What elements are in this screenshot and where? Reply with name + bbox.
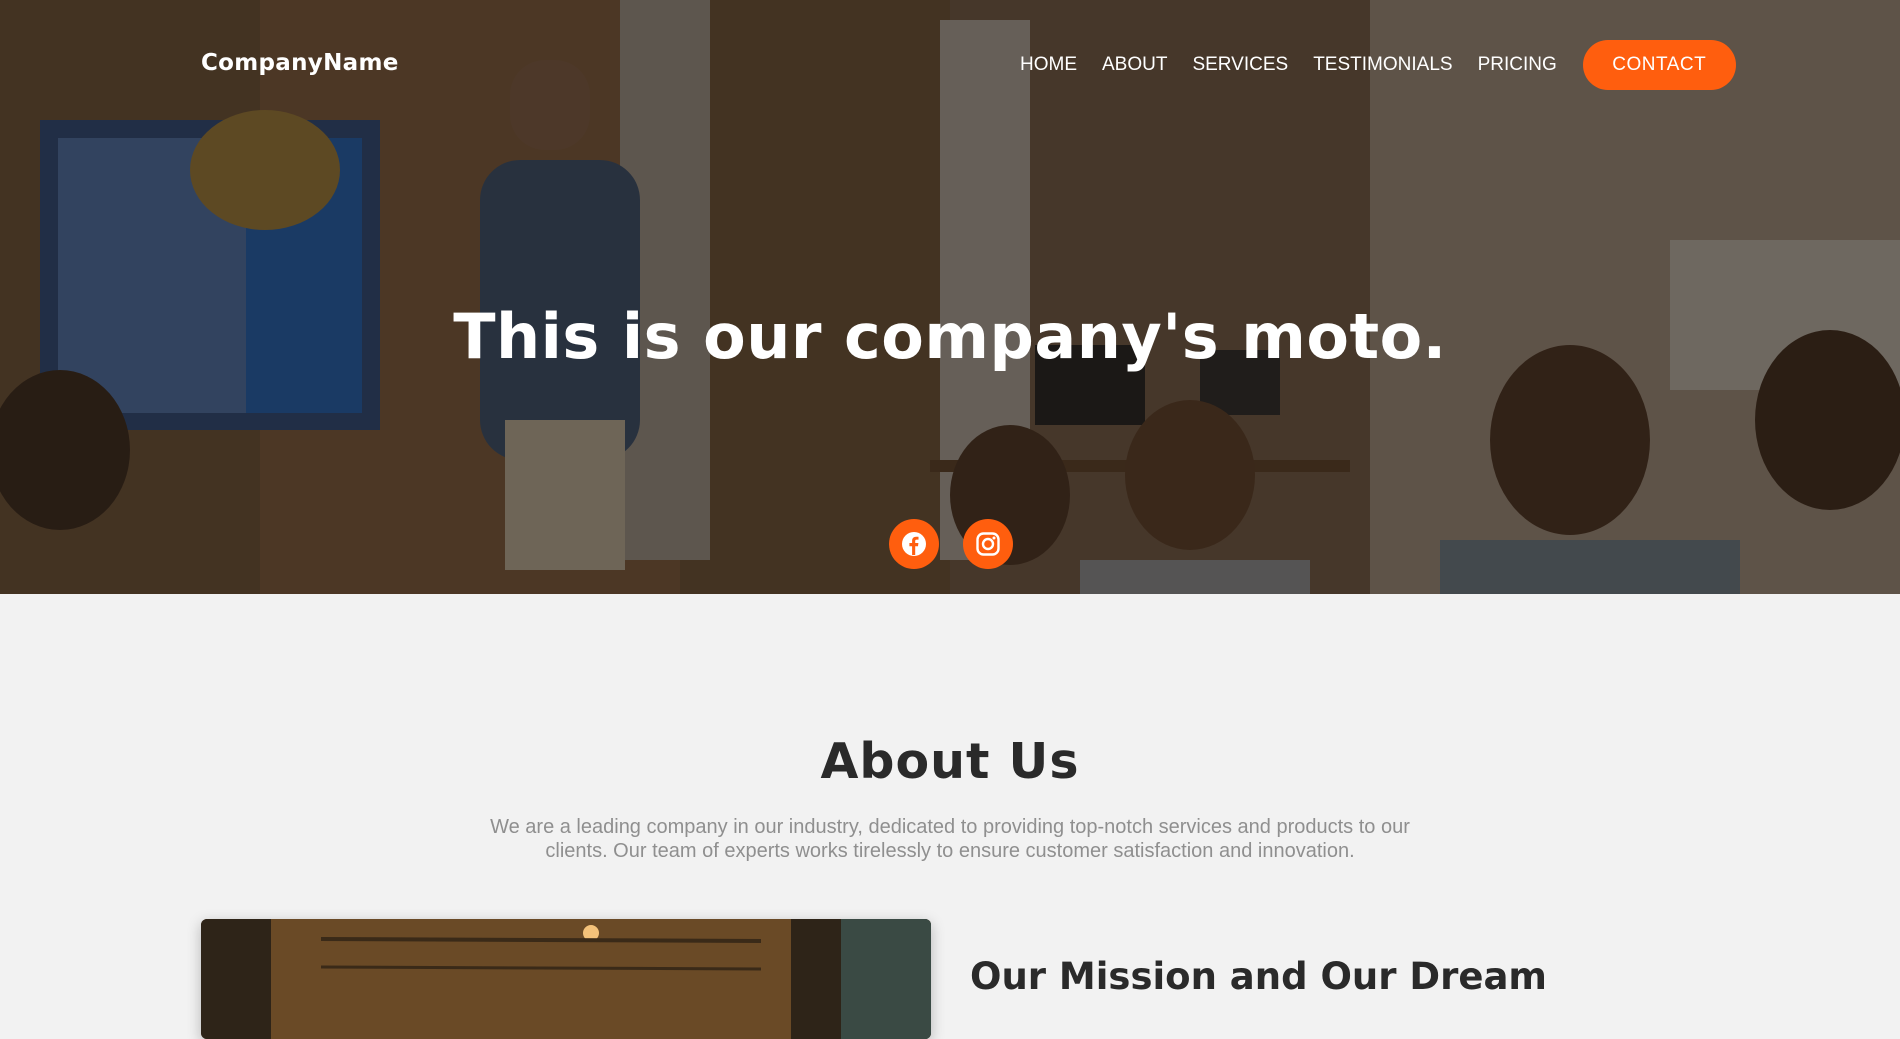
nav-services[interactable]: SERVICES xyxy=(1192,54,1288,76)
nav-about[interactable]: ABOUT xyxy=(1102,54,1167,76)
facebook-button[interactable] xyxy=(889,519,939,569)
instagram-icon xyxy=(976,532,1000,556)
about-description: We are a leading company in our industry… xyxy=(490,816,1410,862)
nav-home[interactable]: HOME xyxy=(1020,54,1077,76)
hero-section: CompanyName HOME ABOUT SERVICES TESTIMON… xyxy=(0,0,1900,594)
nav-testimonials[interactable]: TESTIMONIALS xyxy=(1313,54,1452,76)
about-image xyxy=(201,919,931,1039)
hero-title: This is our company's moto. xyxy=(453,299,1447,373)
facebook-icon xyxy=(902,532,926,556)
mission-title: Our Mission and Our Dream xyxy=(970,955,1547,998)
nav-pricing[interactable]: PRICING xyxy=(1478,54,1557,76)
brand-logo[interactable]: CompanyName xyxy=(201,50,399,76)
main-nav: HOME ABOUT SERVICES TESTIMONIALS PRICING… xyxy=(1020,40,1736,90)
about-title: About Us xyxy=(820,732,1080,790)
about-photo xyxy=(201,919,931,1039)
contact-button[interactable]: CONTACT xyxy=(1582,40,1736,90)
instagram-button[interactable] xyxy=(963,519,1013,569)
